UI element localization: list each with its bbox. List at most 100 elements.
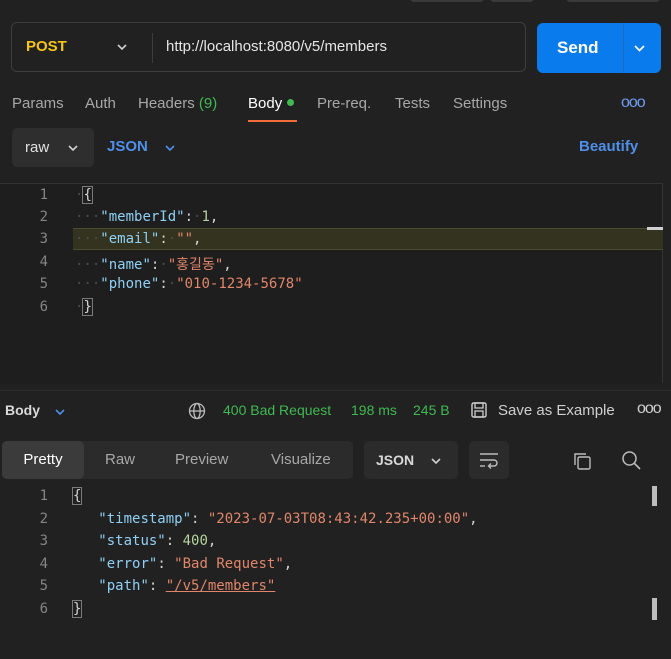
divider	[623, 23, 624, 73]
pane-divider[interactable]	[0, 390, 671, 391]
tab-params[interactable]: Params	[12, 94, 64, 114]
comma: ,	[207, 533, 217, 549]
json-key: "timestamp"	[98, 511, 192, 527]
comma: ,	[283, 556, 293, 572]
top-toolbar-button[interactable]	[410, 0, 484, 2]
active-tab-indicator	[248, 120, 297, 122]
globe-icon[interactable]	[188, 402, 206, 420]
tab-label: Tests	[395, 95, 431, 112]
code-line: ···"memberId":·1,	[75, 209, 219, 225]
chevron-down-icon[interactable]	[633, 42, 646, 55]
response-view-tabs: Pretty Raw Preview Visualize	[2, 441, 353, 479]
response-scrollbar[interactable]	[652, 486, 657, 506]
chevron-down-icon	[431, 458, 441, 465]
code-line: ·}	[75, 298, 93, 316]
json-key: "name"	[100, 257, 151, 273]
json-key: "email"	[100, 231, 160, 247]
top-toolbar-button[interactable]	[566, 0, 660, 2]
tab-headers[interactable]: Headers (9)	[138, 94, 217, 114]
code-line: ···"name":·"홍길동",	[75, 257, 232, 273]
method-select[interactable]: POST	[26, 23, 67, 71]
json-key: "status"	[98, 533, 166, 549]
code-line: ·{	[75, 186, 93, 204]
line-number: 5	[39, 276, 48, 292]
code-line: ···"email":·"",	[75, 231, 202, 247]
tab-body[interactable]: Body	[248, 94, 295, 114]
json-value: ""	[176, 231, 194, 247]
code-line: "path": "/v5/members"	[98, 578, 276, 594]
json-value: 400	[182, 533, 208, 549]
json-value: "Bad Request"	[174, 556, 284, 572]
tab-label: Headers	[138, 95, 195, 112]
tab-tests[interactable]: Tests	[395, 94, 430, 114]
line-number: 3	[39, 231, 48, 247]
language-select[interactable]: JSON	[107, 138, 148, 155]
json-key: "path"	[98, 578, 149, 594]
response-format-select[interactable]: JSON	[364, 441, 458, 479]
chevron-down-icon[interactable]	[164, 142, 176, 154]
response-size[interactable]: 245 B	[413, 402, 450, 418]
code-line: "error": "Bad Request",	[98, 556, 293, 572]
wrap-icon	[480, 453, 498, 469]
tab-preview[interactable]: Preview	[175, 441, 228, 479]
code-line: {	[71, 487, 83, 505]
body-mode-select[interactable]: raw	[12, 128, 94, 167]
json-value: 1	[201, 209, 210, 225]
tab-settings[interactable]: Settings	[453, 94, 507, 114]
line-number: 1	[39, 488, 48, 504]
line-number: 6	[39, 299, 48, 315]
code-line: ···"phone":·"010-1234-5678"	[75, 276, 303, 292]
tab-auth[interactable]: Auth	[85, 94, 116, 114]
tab-label: Body	[248, 95, 283, 112]
chevron-down-icon[interactable]	[116, 41, 128, 53]
response-scrollbar[interactable]	[652, 598, 657, 620]
line-number: 2	[39, 511, 48, 527]
close-brace: }	[82, 298, 93, 316]
json-value: "010-1234-5678"	[176, 276, 303, 292]
status-code[interactable]: 400 Bad Request	[223, 402, 331, 418]
json-link-value[interactable]: "/v5/members"	[166, 578, 276, 594]
editor-scrollbar[interactable]	[647, 227, 663, 230]
tab-pre-request[interactable]: Pre-req.	[317, 94, 371, 114]
more-icon[interactable]: ooo	[637, 400, 662, 418]
response-body-select[interactable]: Body	[5, 402, 40, 418]
more-icon[interactable]: ooo	[621, 94, 646, 112]
json-value: "홍길동"	[167, 257, 224, 273]
save-as-example-button[interactable]: Save as Example	[498, 402, 615, 419]
line-number: 1	[39, 187, 48, 203]
beautify-button[interactable]: Beautify	[579, 138, 638, 155]
tab-pretty[interactable]: Pretty	[2, 441, 84, 479]
top-toolbar-button[interactable]	[490, 0, 534, 2]
send-label: Send	[557, 38, 599, 57]
code-line: }	[71, 600, 83, 618]
format-label: JSON	[376, 452, 415, 468]
send-button[interactable]: Send	[537, 23, 661, 73]
json-value: "2023-07-03T08:43:42.235+00:00"	[207, 511, 470, 527]
chevron-down-icon[interactable]	[54, 406, 66, 418]
comma: ,	[209, 209, 219, 225]
url-input[interactable]: http://localhost:8080/v5/members	[166, 23, 387, 71]
line-number: 3	[39, 533, 48, 549]
json-key: "memberId"	[100, 209, 185, 225]
wrap-lines-button[interactable]	[469, 441, 509, 479]
tab-raw[interactable]: Raw	[105, 441, 135, 479]
code-line: "timestamp": "2023-07-03T08:43:42.235+00…	[98, 511, 478, 527]
line-number: 2	[39, 209, 48, 225]
copy-icon[interactable]	[572, 451, 592, 471]
tab-visualize[interactable]: Visualize	[271, 441, 331, 479]
response-time[interactable]: 198 ms	[351, 402, 397, 418]
line-number: 4	[39, 254, 48, 270]
body-mode-label: raw	[25, 139, 50, 156]
tab-label: Pre-req.	[317, 95, 372, 112]
comma: ,	[223, 257, 232, 273]
tab-label: Params	[12, 95, 64, 112]
json-key: "phone"	[100, 276, 160, 292]
search-icon[interactable]	[621, 450, 641, 470]
close-brace: }	[71, 600, 83, 618]
line-number: 6	[39, 601, 48, 617]
save-icon[interactable]	[470, 401, 488, 419]
line-number: 4	[39, 556, 48, 572]
divider	[152, 33, 153, 63]
comma: ,	[193, 231, 202, 247]
request-url-bar: POST http://localhost:8080/v5/members	[11, 22, 526, 72]
